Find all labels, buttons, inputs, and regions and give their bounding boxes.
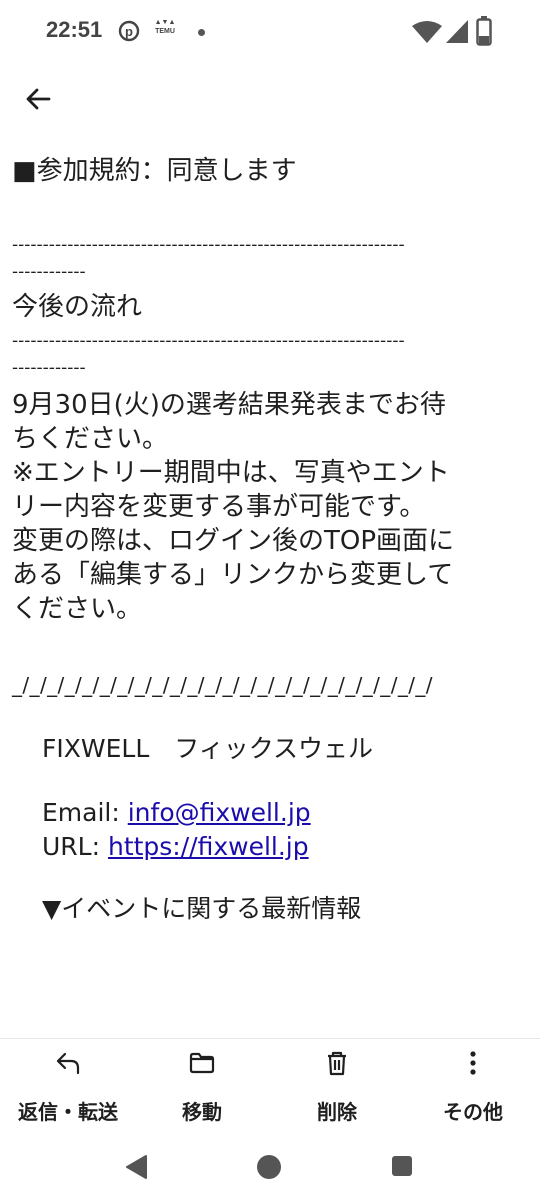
temu-icon: ▲▼▲ TEMU	[154, 19, 176, 35]
email-line: 変更の際は、ログイン後のTOP画面に	[12, 526, 455, 556]
section-heading: ▼イベントに関する最新情報	[42, 894, 362, 923]
email-line: ■参加規約：同意します	[12, 156, 297, 186]
email-line: ちください。	[12, 424, 169, 454]
reply-icon	[56, 1052, 80, 1075]
separator-line: ------------	[12, 262, 86, 282]
move-label: 移動	[182, 1100, 222, 1124]
move-button[interactable]: 移動	[137, 1039, 267, 1139]
email-line: リー内容を変更する事が可能です。	[12, 492, 426, 522]
email-line: ある「編集する」リンクから変更して	[12, 560, 454, 590]
bottom-action-bar: 返信・転送 移動 削除 その他	[0, 1038, 540, 1139]
back-button[interactable]	[18, 78, 60, 120]
status-time: 22:51	[46, 17, 103, 42]
more-button[interactable]: その他	[408, 1039, 538, 1139]
back-arrow-icon	[26, 88, 51, 110]
reply-forward-button[interactable]: 返信・転送	[3, 1039, 133, 1139]
signal-icon	[446, 20, 468, 48]
home-circle-icon	[257, 1155, 281, 1179]
triangle-back-icon	[126, 1155, 147, 1179]
email-label: Email:	[42, 798, 128, 827]
company-name: FIXWELL フィックスウェル	[42, 734, 374, 763]
more-vert-icon	[470, 1051, 476, 1075]
delete-button[interactable]: 削除	[272, 1039, 402, 1139]
nav-home-button[interactable]	[256, 1154, 282, 1184]
folder-icon	[189, 1052, 215, 1074]
url-row: URL: https://fixwell.jp	[12, 830, 532, 864]
email-line	[12, 626, 532, 660]
temu-logo-text: TEMU	[155, 28, 175, 35]
reply-forward-label: 返信・転送	[18, 1100, 118, 1124]
nav-recents-button[interactable]	[391, 1155, 413, 1181]
system-nav-bar	[0, 1138, 540, 1200]
notification-dot-icon	[198, 29, 205, 36]
wifi-icon	[412, 20, 442, 48]
separator-line: ----------------------------------------…	[12, 235, 405, 255]
email-line: 9月30日(火)の選考結果発表までお待	[12, 390, 446, 420]
url-link[interactable]: https://fixwell.jp	[108, 832, 309, 861]
email-content[interactable]: ■参加規約：同意します ----------------------------…	[0, 120, 540, 1038]
pinterest-icon: p	[118, 20, 140, 46]
separator-line: ----------------------------------------…	[12, 331, 405, 351]
top-app-bar	[0, 64, 540, 134]
section-heading: 今後の流れ	[12, 292, 143, 322]
delete-label: 削除	[317, 1100, 357, 1124]
url-label: URL:	[42, 832, 108, 861]
more-label: その他	[443, 1100, 503, 1124]
email-line: ※エントリー期間中は、写真やエント	[12, 458, 450, 488]
trash-icon	[328, 1051, 346, 1076]
email-link[interactable]: info@fixwell.jp	[128, 798, 311, 827]
svg-text:p: p	[125, 24, 133, 39]
separator-line: ------------	[12, 358, 86, 378]
battery-icon	[476, 16, 492, 50]
recents-square-icon	[392, 1156, 412, 1176]
status-bar: 22:51 p ▲▼▲ TEMU	[0, 0, 540, 64]
nav-back-button[interactable]	[124, 1154, 150, 1184]
email-line	[12, 188, 532, 222]
decorative-divider: _/_/_/_/_/_/_/_/_/_/_/_/_/_/_/_/_/_/_/_/…	[12, 673, 433, 697]
email-row: Email: info@fixwell.jp	[12, 796, 532, 830]
email-line: ください。	[12, 594, 143, 624]
email-body: ■参加規約：同意します ----------------------------…	[12, 120, 532, 926]
